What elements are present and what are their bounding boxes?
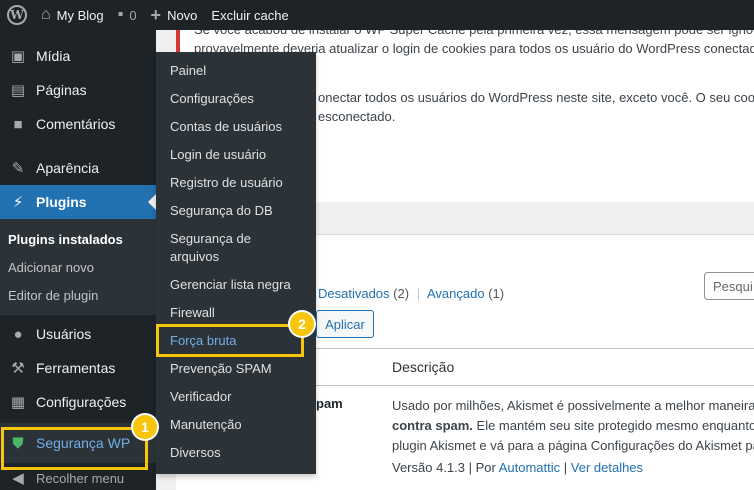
wp-security-flyout-menu: Painel Configurações Contas de usuários … xyxy=(156,52,316,474)
plugin-description-bold: contra spam. xyxy=(392,418,473,433)
flyout-item-db-security[interactable]: Segurança do DB xyxy=(156,197,316,225)
sidebar-item-plugins[interactable]: ⚡ Plugins xyxy=(0,185,156,219)
sidebar-item-label: Mídia xyxy=(36,48,71,64)
sidebar-item-label: Usuários xyxy=(36,326,92,342)
plugin-description-line: Usado por milhões, Akismet é possivelmen… xyxy=(392,398,754,413)
plugin-status-filters: Desativados (2) | Avançado (1) xyxy=(318,286,504,301)
comment-bubble-icon: ▪ xyxy=(117,6,124,23)
plugins-icon: ⚡ xyxy=(12,194,24,211)
view-details-link[interactable]: Ver detalhes xyxy=(571,460,643,475)
plugin-author-link[interactable]: Automattic xyxy=(499,460,560,475)
plugin-description-line: contra spam. Ele mantém seu site protegi… xyxy=(392,416,754,436)
sidebar-item-appearance[interactable]: ✎ Aparência xyxy=(0,151,156,185)
plugin-description-line: plugin Akismet e vá para a página Config… xyxy=(392,438,754,453)
new-content-button[interactable]: + Novo xyxy=(144,0,205,30)
wordpress-icon: W xyxy=(7,5,27,25)
filter-inactive-link[interactable]: Desativados xyxy=(318,286,390,301)
flyout-item-user-registration[interactable]: Registro de usuário xyxy=(156,169,316,197)
sidebar-item-label: Ferramentas xyxy=(36,360,116,376)
settings-icon: ▦ xyxy=(10,394,26,411)
collapse-label: Recolher menu xyxy=(36,470,125,486)
sidebar-item-label: Páginas xyxy=(36,82,87,98)
flyout-item-blacklist[interactable]: Gerenciar lista negra xyxy=(156,271,316,299)
flyout-item-scanner[interactable]: Verificador xyxy=(156,383,316,411)
comments-icon: ■ xyxy=(13,115,23,133)
filter-advanced-count: (1) xyxy=(488,286,505,301)
clear-cache-label: Excluir cache xyxy=(211,7,289,23)
plugin-version: Versão 4.1.3 | Por xyxy=(392,460,499,475)
collapse-icon: ◀ xyxy=(12,470,24,487)
flyout-item-maintenance[interactable]: Manutenção xyxy=(156,411,316,439)
submenu-item-plugin-editor[interactable]: Editor de plugin xyxy=(0,281,156,309)
plugins-submenu: Plugins instalados Adicionar novo Editor… xyxy=(0,219,156,315)
flyout-item-dashboard[interactable]: Painel xyxy=(156,57,316,85)
sidebar-item-label: Comentários xyxy=(36,116,116,132)
filter-separator: | xyxy=(416,286,421,301)
step-badge-2: 2 xyxy=(290,312,314,336)
plugin-description: Usado por milhões, Akismet é possivelmen… xyxy=(392,396,754,456)
sidebar-item-tools[interactable]: ⚒ Ferramentas xyxy=(0,351,156,385)
sidebar-item-label: Aparência xyxy=(36,160,100,176)
highlight-brute-force xyxy=(156,324,304,357)
sidebar-item-pages[interactable]: ▤ Páginas xyxy=(0,73,156,107)
home-icon: ⌂ xyxy=(41,6,51,23)
pages-icon: ▤ xyxy=(10,82,26,99)
plugin-name: pam xyxy=(316,396,343,411)
step-badge-number: 2 xyxy=(298,316,306,332)
step-badge-1: 1 xyxy=(133,415,157,439)
sidebar-item-label: Configurações xyxy=(36,394,127,410)
sidebar-item-users[interactable]: ● Usuários xyxy=(0,317,156,351)
flyout-item-file-security[interactable]: Segurança de arquivos xyxy=(156,225,266,271)
flyout-item-miscellaneous[interactable]: Diversos xyxy=(156,439,316,467)
flyout-item-user-login[interactable]: Login de usuário xyxy=(156,141,316,169)
appearance-icon: ✎ xyxy=(11,160,25,177)
users-icon: ● xyxy=(13,325,23,343)
media-icon: ▣ xyxy=(10,48,26,65)
flyout-item-user-accounts[interactable]: Contas de usuários xyxy=(156,113,316,141)
filter-inactive-count: (2) xyxy=(393,286,410,301)
plus-icon: + xyxy=(150,4,162,25)
plugin-description-text: Ele mantém seu site protegido mesmo enqu… xyxy=(472,418,754,433)
flyout-item-settings[interactable]: Configurações xyxy=(156,85,316,113)
submenu-item-add-new[interactable]: Adicionar novo xyxy=(0,253,156,281)
comments-count: 0 xyxy=(129,7,137,23)
notice-line: onectar todos os usuários do WordPress n… xyxy=(318,90,754,105)
comments-button[interactable]: ▪ 0 xyxy=(111,0,144,30)
plugin-meta: Versão 4.1.3 | Por Automattic | Ver deta… xyxy=(392,460,643,475)
flyout-item-spam-prevention[interactable]: Prevenção SPAM xyxy=(156,355,316,383)
admin-bar: W ⌂ My Blog ▪ 0 + Novo Excluir cache xyxy=(0,0,754,30)
sidebar-item-settings[interactable]: ▦ Configurações xyxy=(0,385,156,419)
sidebar-item-comments[interactable]: ■ Comentários xyxy=(0,107,156,141)
step-badge-number: 1 xyxy=(141,419,149,435)
notice-line: esconectado. xyxy=(318,109,396,124)
filter-advanced-link[interactable]: Avançado xyxy=(427,286,485,301)
new-label: Novo xyxy=(167,7,198,23)
site-name-button[interactable]: ⌂ My Blog xyxy=(34,0,111,30)
apply-bulk-action-button[interactable]: Aplicar xyxy=(316,310,374,338)
submenu-item-installed-plugins[interactable]: Plugins instalados xyxy=(0,225,156,253)
column-description-header[interactable]: Descrição xyxy=(392,359,454,375)
tools-icon: ⚒ xyxy=(11,360,25,377)
admin-sidebar: ▣ Mídia ▤ Páginas ■ Comentários ✎ Aparên… xyxy=(0,30,156,490)
search-input[interactable]: Pesqui xyxy=(704,272,754,300)
sidebar-item-media[interactable]: ▣ Mídia xyxy=(0,39,156,73)
site-name: My Blog xyxy=(56,7,104,23)
meta-separator: | xyxy=(560,460,571,475)
wordpress-logo-button[interactable]: W xyxy=(0,0,34,30)
clear-cache-button[interactable]: Excluir cache xyxy=(204,0,295,30)
highlight-wp-security xyxy=(1,427,148,470)
sidebar-item-label: Plugins xyxy=(36,194,87,210)
search-placeholder: Pesqui xyxy=(713,278,753,294)
